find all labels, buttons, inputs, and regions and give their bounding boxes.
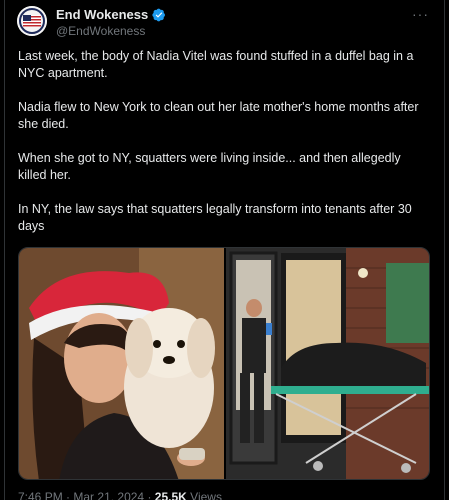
avatar-flag-icon xyxy=(17,6,47,36)
tweet-media[interactable] xyxy=(18,247,430,480)
tweet-body: Last week, the body of Nadia Vitel was f… xyxy=(18,48,430,252)
photo-woman-with-dog[interactable] xyxy=(19,248,224,480)
photo-body-bag-removal[interactable] xyxy=(226,248,430,480)
display-name[interactable]: End Wokeness xyxy=(56,7,148,22)
meta-separator: · xyxy=(147,490,155,500)
tweet-paragraph-3: When she got to NY, squatters were livin… xyxy=(18,151,401,182)
tweet-date[interactable]: Mar 21, 2024 xyxy=(73,490,144,500)
tweet-paragraph-1: Last week, the body of Nadia Vitel was f… xyxy=(18,49,414,80)
views-label: Views xyxy=(190,490,222,500)
tweet-paragraph-4: In NY, the law says that squatters legal… xyxy=(18,202,412,233)
verified-badge-icon xyxy=(152,8,166,21)
avatar[interactable] xyxy=(17,6,47,36)
more-dots-icon[interactable]: ··· xyxy=(412,6,429,22)
tweet-meta: 7:46 PM · Mar 21, 2024 · 25.5K Views xyxy=(18,490,222,500)
tweet-time[interactable]: 7:46 PM xyxy=(18,490,63,500)
tweet-paragraph-2: Nadia flew to New York to clean out her … xyxy=(18,100,419,131)
author-name-row[interactable]: End Wokeness xyxy=(56,7,166,22)
author-handle[interactable]: @EndWokeness xyxy=(56,24,145,38)
views-count: 25.5K xyxy=(154,490,187,500)
